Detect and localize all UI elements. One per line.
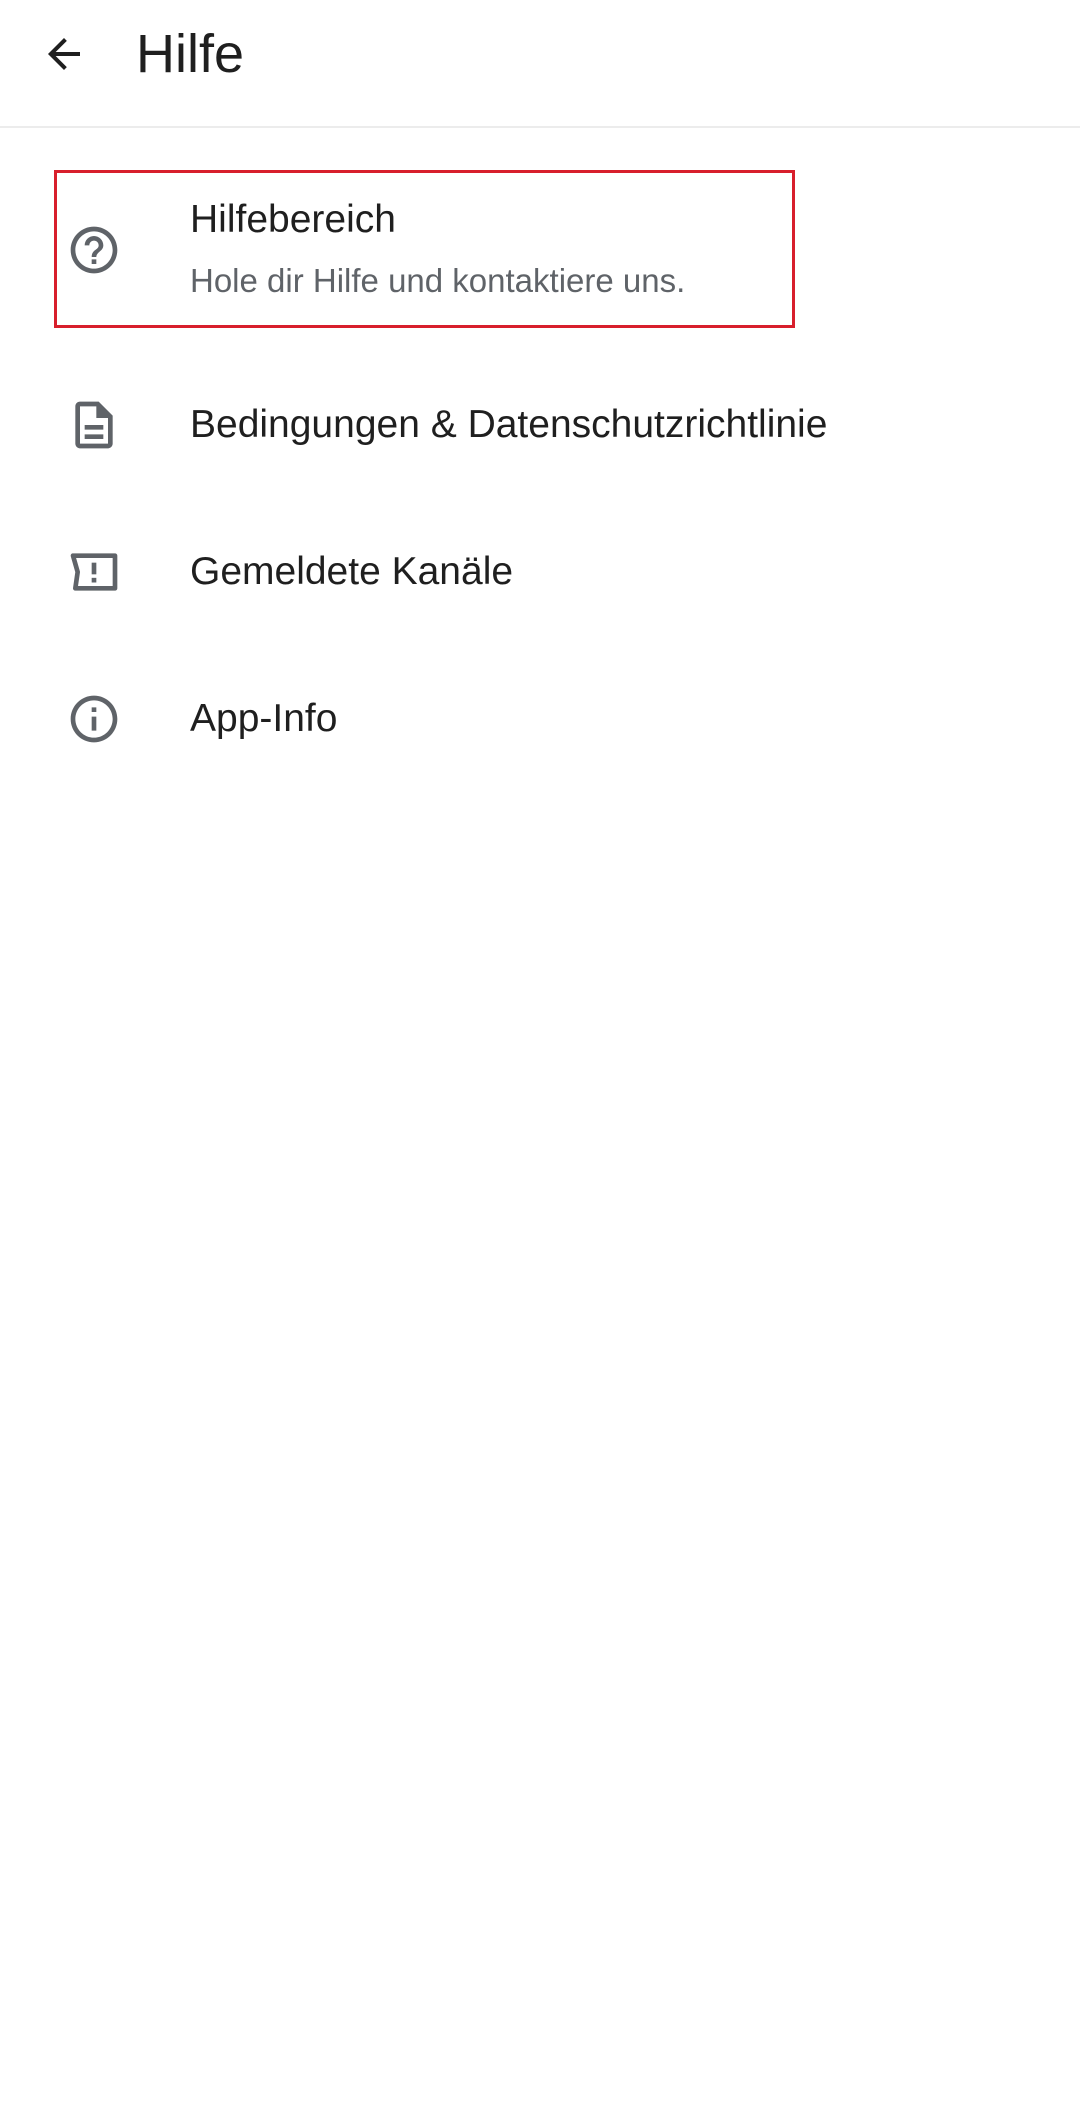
help-circle-icon bbox=[62, 218, 126, 282]
menu-item-label: Hilfebereich bbox=[190, 198, 396, 241]
menu-item-label: Gemeldete Kanäle bbox=[190, 550, 514, 593]
menu-item-label: Bedingungen & Datenschutzrichtlinie bbox=[190, 403, 828, 446]
menu-item-label: App-Info bbox=[190, 697, 338, 740]
menu-item-terms[interactable]: Bedingungen & Datenschutzrichtlinie bbox=[0, 385, 1080, 465]
page-title: Hilfe bbox=[136, 24, 245, 84]
menu-item-reported-channels[interactable]: Gemeldete Kanäle bbox=[0, 532, 1080, 612]
menu-item-help-center[interactable]: Hilfebereich Hole dir Hilfe und kontakti… bbox=[0, 190, 1080, 310]
app-bar: Hilfe bbox=[0, 0, 1080, 128]
back-button[interactable] bbox=[24, 14, 104, 94]
info-icon bbox=[62, 687, 126, 751]
menu-item-sublabel: Hole dir Hilfe und kontaktiere uns. bbox=[190, 262, 686, 299]
menu-item-app-info[interactable]: App-Info bbox=[0, 679, 1080, 759]
document-icon bbox=[62, 393, 126, 457]
arrow-left-icon bbox=[48, 38, 80, 70]
report-flag-icon bbox=[62, 540, 126, 604]
